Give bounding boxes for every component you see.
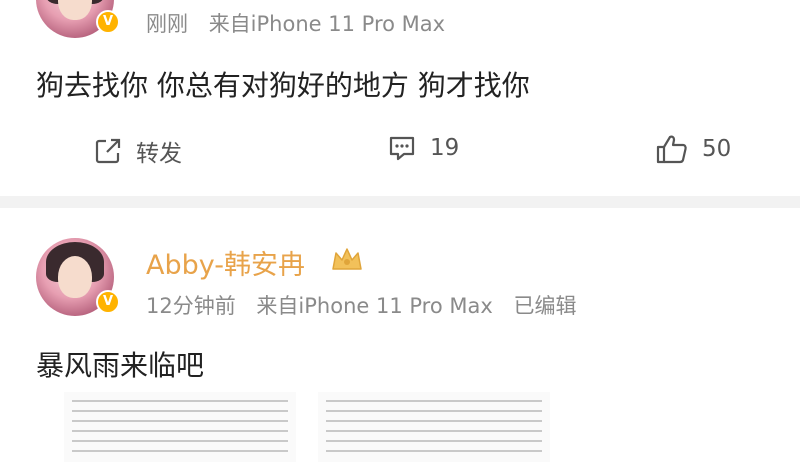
post-time: 12分钟前 bbox=[146, 294, 236, 318]
post-meta: 刚刚 来自iPhone 11 Pro Max bbox=[146, 8, 459, 38]
comment-count: 19 bbox=[430, 135, 460, 161]
post-meta: 12分钟前 来自iPhone 11 Pro Max 已编辑 bbox=[146, 290, 590, 320]
post-image-2[interactable] bbox=[318, 392, 550, 462]
post-action-bar: 转发 19 50 bbox=[0, 120, 800, 180]
like-count: 50 bbox=[702, 136, 732, 162]
comment-icon bbox=[389, 136, 415, 161]
post-content: 狗去找你 你总有对狗好的地方 狗才找你 bbox=[36, 69, 530, 102]
repost-button[interactable]: 转发 bbox=[94, 134, 182, 168]
post-image-1[interactable] bbox=[64, 392, 296, 462]
share-icon bbox=[95, 138, 121, 164]
username[interactable]: Abby-韩安冉 bbox=[146, 243, 305, 282]
avatar-face bbox=[58, 0, 92, 20]
repost-label: 转发 bbox=[136, 141, 182, 167]
post-source: 来自iPhone 11 Pro Max bbox=[208, 12, 446, 36]
crown-icon bbox=[332, 248, 362, 270]
like-button[interactable]: 50 bbox=[656, 134, 731, 164]
post-source: 来自iPhone 11 Pro Max bbox=[256, 294, 493, 318]
like-icon bbox=[656, 135, 687, 164]
verified-badge-icon: V bbox=[96, 290, 120, 314]
verified-badge-icon: V bbox=[96, 10, 120, 34]
edited-label[interactable]: 已编辑 bbox=[513, 294, 576, 318]
post-time: 刚刚 bbox=[146, 12, 188, 36]
avatar-face bbox=[58, 256, 92, 298]
post-divider bbox=[0, 196, 800, 208]
post-content: 暴风雨来临吧 bbox=[36, 349, 205, 382]
comment-button[interactable]: 19 bbox=[388, 134, 459, 162]
